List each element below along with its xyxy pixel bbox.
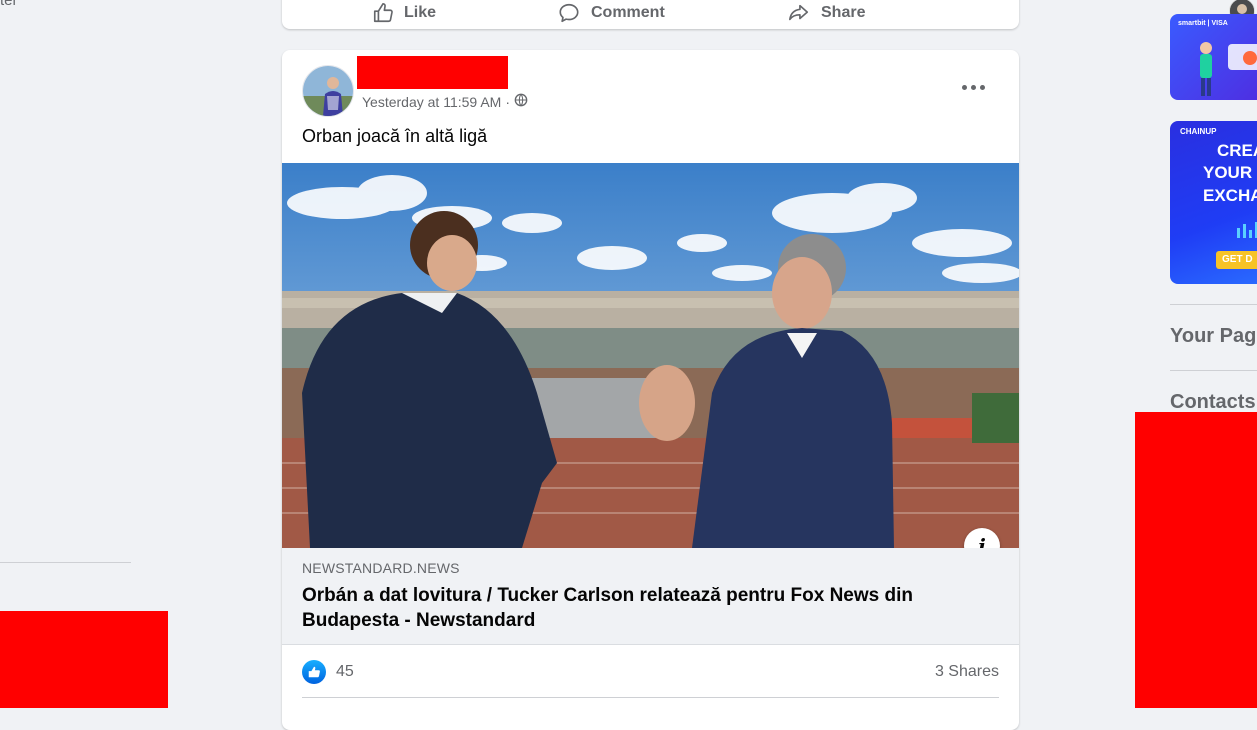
left-menu-partial-text[interactable]: ter	[0, 0, 18, 9]
more-options-icon[interactable]	[961, 77, 989, 97]
timestamp-separator: ·	[505, 93, 510, 110]
post-timestamp[interactable]: Yesterday at 11:59 AM ·	[362, 93, 528, 110]
like-button[interactable]: Like	[372, 0, 436, 26]
post-card: Yesterday at 11:59 AM · Orban joacă în a…	[282, 50, 1019, 730]
previous-post-card: Like Comment Share	[282, 0, 1255, 29]
like-label: Like	[404, 4, 437, 21]
your-pages-heading: Your Pag	[1170, 325, 1257, 347]
right-divider-2	[1170, 370, 1257, 371]
shares-count[interactable]: 3 Shares	[935, 663, 999, 681]
left-divider	[0, 562, 131, 563]
comment-label: Comment	[591, 4, 665, 21]
redaction-box-right	[1135, 412, 1257, 708]
reaction-count: 45	[336, 663, 354, 680]
link-preview-image[interactable]	[282, 163, 1019, 548]
globe-icon	[514, 93, 528, 110]
ad1-brand: smartbit | VISA	[1178, 20, 1228, 27]
link-preview[interactable]: NEWSTANDARD.NEWS Orbán a dat lovitura / …	[282, 548, 1019, 645]
thumbs-up-icon	[372, 2, 394, 24]
comment-icon	[557, 2, 581, 24]
share-icon	[787, 2, 811, 24]
share-label: Share	[821, 4, 866, 21]
ad2-brand: CHAINUP	[1180, 127, 1217, 136]
link-domain: NEWSTANDARD.NEWS	[302, 560, 460, 576]
reaction-summary[interactable]: 45	[302, 660, 354, 684]
link-title[interactable]: Orbán a dat lovitura / Tucker Carlson re…	[302, 583, 982, 633]
ad2-line-1: CREA	[1217, 141, 1257, 160]
post-text: Orban joacă în altă ligă	[302, 126, 488, 146]
right-divider-1	[1170, 304, 1257, 305]
ad2-line-2: YOUR	[1203, 163, 1253, 182]
redacted-author-name	[357, 56, 508, 89]
ad2-cta-label: GET D	[1222, 254, 1253, 265]
redaction-box-left	[0, 611, 168, 708]
author-avatar[interactable]	[302, 65, 354, 117]
sponsored-ad-1[interactable]: smartbit | VISA	[1170, 14, 1257, 100]
ad2-line-3: EXCHA	[1203, 186, 1257, 205]
contacts-heading: Contacts	[1170, 391, 1256, 413]
like-reaction-icon	[302, 660, 326, 684]
timestamp-text: Yesterday at 11:59 AM	[362, 93, 502, 110]
post-divider	[302, 697, 999, 698]
share-button[interactable]: Share	[787, 0, 865, 26]
sponsored-ad-2[interactable]: CHAINUP CREA YOUR EXCHA GET D	[1170, 121, 1257, 284]
ad2-cta[interactable]: GET D	[1216, 251, 1257, 269]
comment-button[interactable]: Comment	[557, 0, 665, 26]
